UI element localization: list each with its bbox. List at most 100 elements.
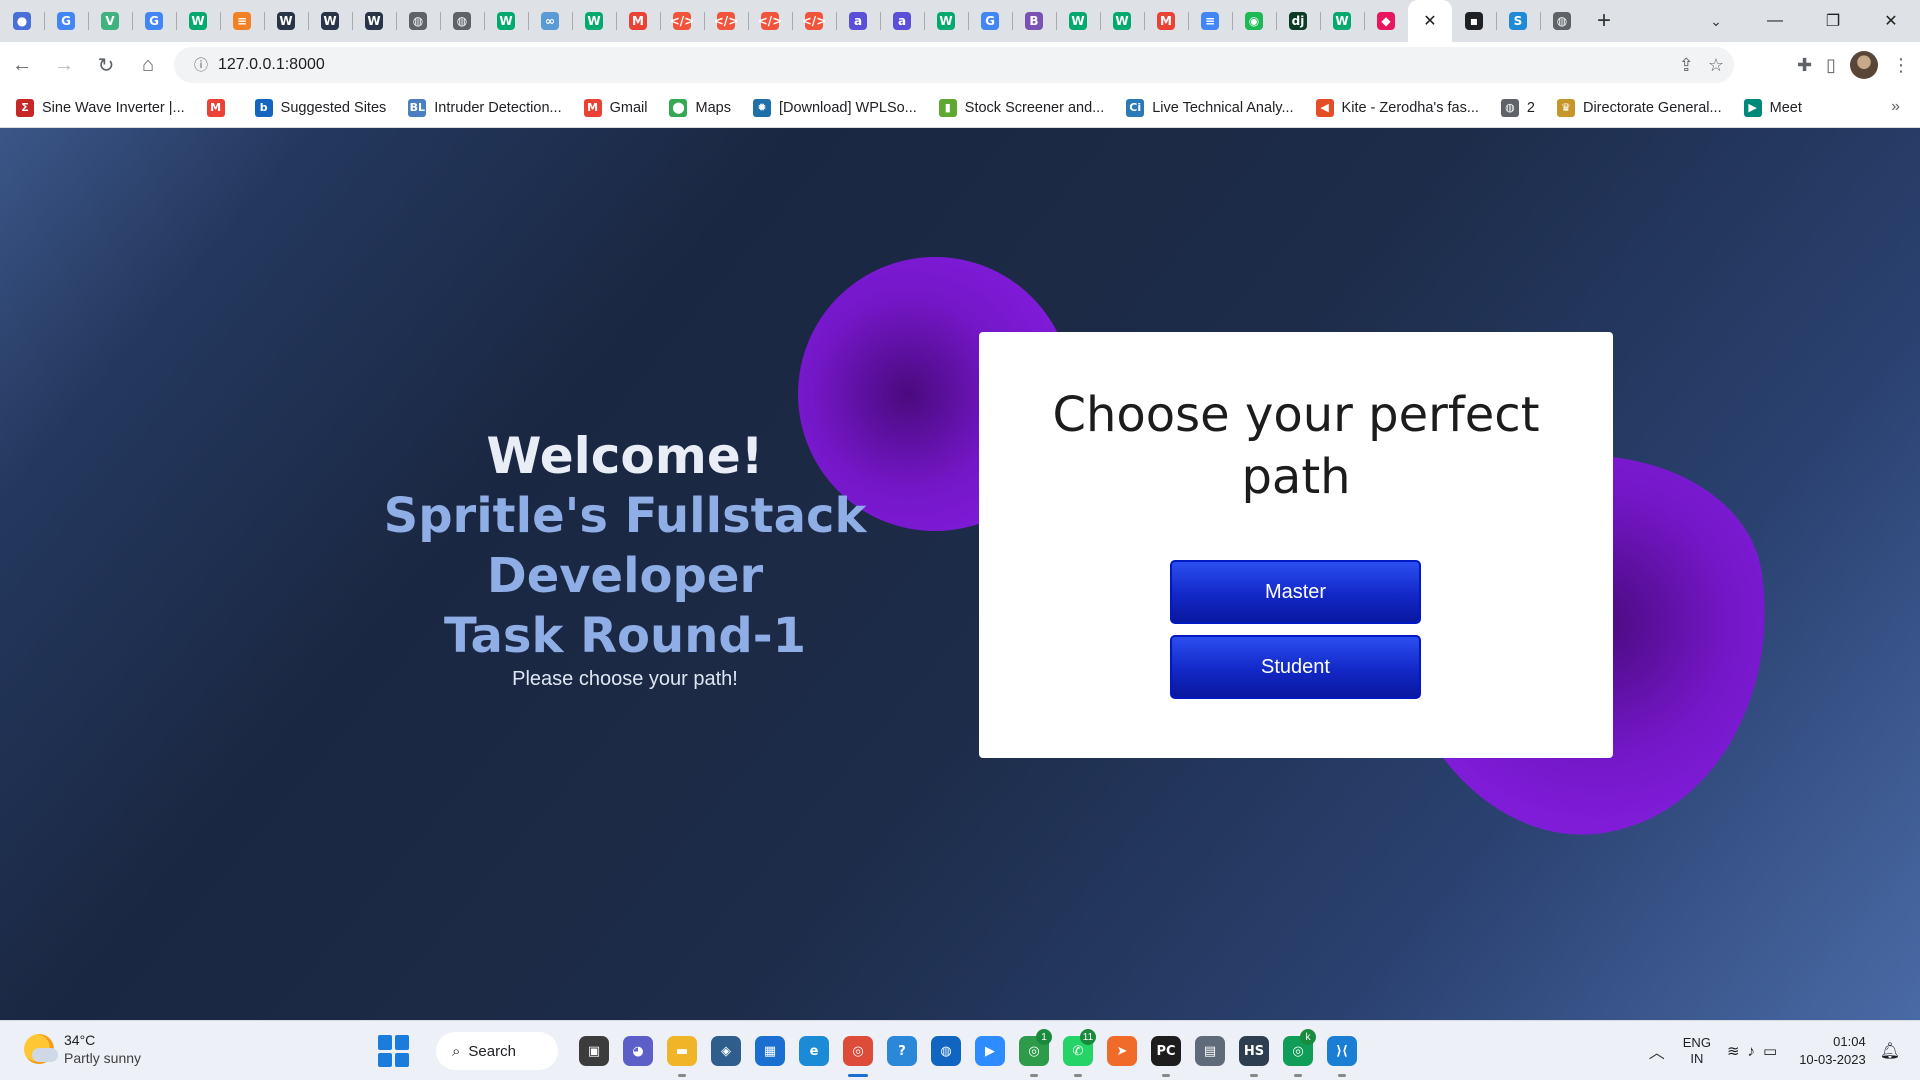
new-tab-button[interactable]: + — [1584, 0, 1624, 42]
taskbar-app[interactable]: ➤ — [1100, 1021, 1144, 1080]
bookmark-item[interactable]: b Suggested Sites — [254, 98, 386, 117]
clock[interactable]: 01:04 10-03-2023 — [1799, 1033, 1866, 1069]
browser-tab[interactable]: W — [308, 0, 352, 42]
browser-tab[interactable]: B — [1012, 0, 1056, 42]
taskbar-app[interactable]: ▣ — [572, 1021, 616, 1080]
taskbar-app[interactable]: ▶ — [968, 1021, 1012, 1080]
menu-icon[interactable]: ⋮ — [1892, 55, 1910, 76]
search-icon: ⌕ — [452, 1042, 461, 1060]
browser-tab[interactable]: W — [924, 0, 968, 42]
browser-tab[interactable]: a — [836, 0, 880, 42]
network-volume-battery-icons[interactable]: ≋♪▭ — [1727, 1042, 1785, 1060]
browser-tab[interactable]: ◉ — [1232, 0, 1276, 42]
taskbar-app[interactable]: ▬ — [660, 1021, 704, 1080]
browser-tab[interactable]: W — [1320, 0, 1364, 42]
taskbar-app[interactable]: HS — [1232, 1021, 1276, 1080]
taskbar-app[interactable]: ◍ — [924, 1021, 968, 1080]
weather-condition: Partly sunny — [64, 1050, 142, 1066]
taskbar-search[interactable]: ⌕ Search — [436, 1032, 558, 1070]
browser-tab[interactable]: ● — [0, 0, 44, 42]
browser-tab[interactable]: dj — [1276, 0, 1320, 42]
taskbar-app[interactable]: ◎ — [836, 1021, 880, 1080]
bookmark-item[interactable]: M — [206, 98, 233, 117]
bookmark-item[interactable]: BL Intruder Detection... — [408, 98, 562, 117]
close-window-button[interactable]: ✕ — [1862, 0, 1920, 42]
extensions-icon[interactable]: ✚ — [1797, 55, 1812, 76]
taskbar-app[interactable]: ✆ 11 — [1056, 1021, 1100, 1080]
tab-search-icon[interactable]: ⌄ — [1696, 0, 1736, 42]
maximize-button[interactable]: ❐ — [1804, 0, 1862, 42]
language-indicator[interactable]: ENG IN — [1683, 1035, 1711, 1067]
browser-tab[interactable]: G — [132, 0, 176, 42]
browser-tab[interactable]: G — [968, 0, 1012, 42]
student-button[interactable]: Student — [1170, 635, 1421, 699]
browser-tab[interactable]: W — [572, 0, 616, 42]
browser-tab[interactable]: ∞ — [528, 0, 572, 42]
notification-bell-icon[interactable]: 🔔︎ — [1880, 1041, 1900, 1061]
taskbar-app[interactable]: e — [792, 1021, 836, 1080]
browser-tab[interactable]: ✕ — [1408, 0, 1452, 42]
side-panel-icon[interactable]: ▯ — [1826, 55, 1836, 76]
taskbar-app[interactable]: ? — [880, 1021, 924, 1080]
master-button[interactable]: Master — [1170, 560, 1421, 624]
share-icon[interactable]: ⇪ — [1679, 55, 1694, 76]
browser-tab[interactable]: G — [44, 0, 88, 42]
browser-tab[interactable]: W — [176, 0, 220, 42]
browser-tab[interactable]: ◍ — [1540, 0, 1584, 42]
browser-tab[interactable]: W — [484, 0, 528, 42]
browser-tab[interactable]: ▪ — [1452, 0, 1496, 42]
browser-tab[interactable]: </> — [792, 0, 836, 42]
bookmark-item[interactable]: Σ Sine Wave Inverter |... — [16, 98, 185, 117]
taskbar-app[interactable]: ◎ k — [1276, 1021, 1320, 1080]
browser-tab[interactable]: W — [352, 0, 396, 42]
browser-tab[interactable]: W — [1056, 0, 1100, 42]
taskbar-app[interactable]: PC — [1144, 1021, 1188, 1080]
browser-tab[interactable]: ◍ — [440, 0, 484, 42]
bookmark-item[interactable]: M Gmail — [583, 98, 647, 117]
taskbar-app[interactable]: ◈ — [704, 1021, 748, 1080]
home-icon[interactable]: ⌂ — [128, 45, 168, 85]
site-info-icon[interactable]: ⓘ — [184, 55, 218, 75]
bookmark-item[interactable]: ♛ Directorate General... — [1556, 98, 1722, 117]
windows-start-icon[interactable] — [378, 1035, 410, 1067]
browser-tab[interactable]: ◆ — [1364, 0, 1408, 42]
address-bar[interactable]: ⓘ 127.0.0.1:8000 ⇪ ☆ — [174, 47, 1734, 83]
reload-icon[interactable]: ↻ — [86, 45, 126, 85]
taskbar-app[interactable]: ⟩⟨ — [1320, 1021, 1364, 1080]
bookmark-item[interactable]: ✹ [Download] WPLSo... — [752, 98, 917, 117]
weather-widget[interactable]: 34°C Partly sunny — [24, 1031, 141, 1067]
bookmark-item[interactable]: ▮ Stock Screener and... — [938, 98, 1104, 117]
bookmark-item[interactable]: ◀ Kite - Zerodha's fas... — [1315, 98, 1479, 117]
minimize-button[interactable]: — — [1746, 0, 1804, 42]
taskbar-app[interactable]: ◎ 1 — [1012, 1021, 1056, 1080]
browser-tab[interactable]: </> — [660, 0, 704, 42]
url-text[interactable]: 127.0.0.1:8000 — [218, 56, 325, 74]
bookmark-star-icon[interactable]: ☆ — [1708, 55, 1724, 76]
browser-tab[interactable]: </> — [748, 0, 792, 42]
browser-tab[interactable]: ≡ — [1188, 0, 1232, 42]
browser-tab[interactable]: M — [616, 0, 660, 42]
taskbar-app[interactable]: ▤ — [1188, 1021, 1232, 1080]
bookmark-item[interactable]: ▶ Meet — [1743, 98, 1802, 117]
profile-avatar[interactable] — [1850, 51, 1878, 79]
taskbar-app[interactable]: ▦ — [748, 1021, 792, 1080]
close-icon[interactable]: ✕ — [1423, 11, 1436, 31]
more-bookmarks-icon[interactable]: » — [1891, 98, 1900, 116]
browser-tab[interactable]: V — [88, 0, 132, 42]
browser-tab[interactable]: ≡ — [220, 0, 264, 42]
browser-tab[interactable]: a — [880, 0, 924, 42]
browser-tab[interactable]: W — [264, 0, 308, 42]
taskbar-app[interactable]: ◕ — [616, 1021, 660, 1080]
bookmark-item[interactable]: Ci Live Technical Analy... — [1126, 98, 1294, 117]
back-arrow-icon[interactable]: ← — [2, 45, 42, 85]
choose-path-text: Please choose your path! — [512, 668, 738, 690]
forward-arrow-icon[interactable]: → — [44, 45, 84, 85]
browser-tab[interactable]: ◍ — [396, 0, 440, 42]
bookmark-item[interactable]: ⬤ Maps — [669, 98, 731, 117]
browser-tab[interactable]: </> — [704, 0, 748, 42]
bookmark-item[interactable]: ◍ 2 — [1500, 98, 1535, 117]
browser-tab[interactable]: S — [1496, 0, 1540, 42]
browser-tab[interactable]: W — [1100, 0, 1144, 42]
browser-tab[interactable]: M — [1144, 0, 1188, 42]
show-hidden-icons-icon[interactable]: ︿ — [1649, 1039, 1665, 1063]
